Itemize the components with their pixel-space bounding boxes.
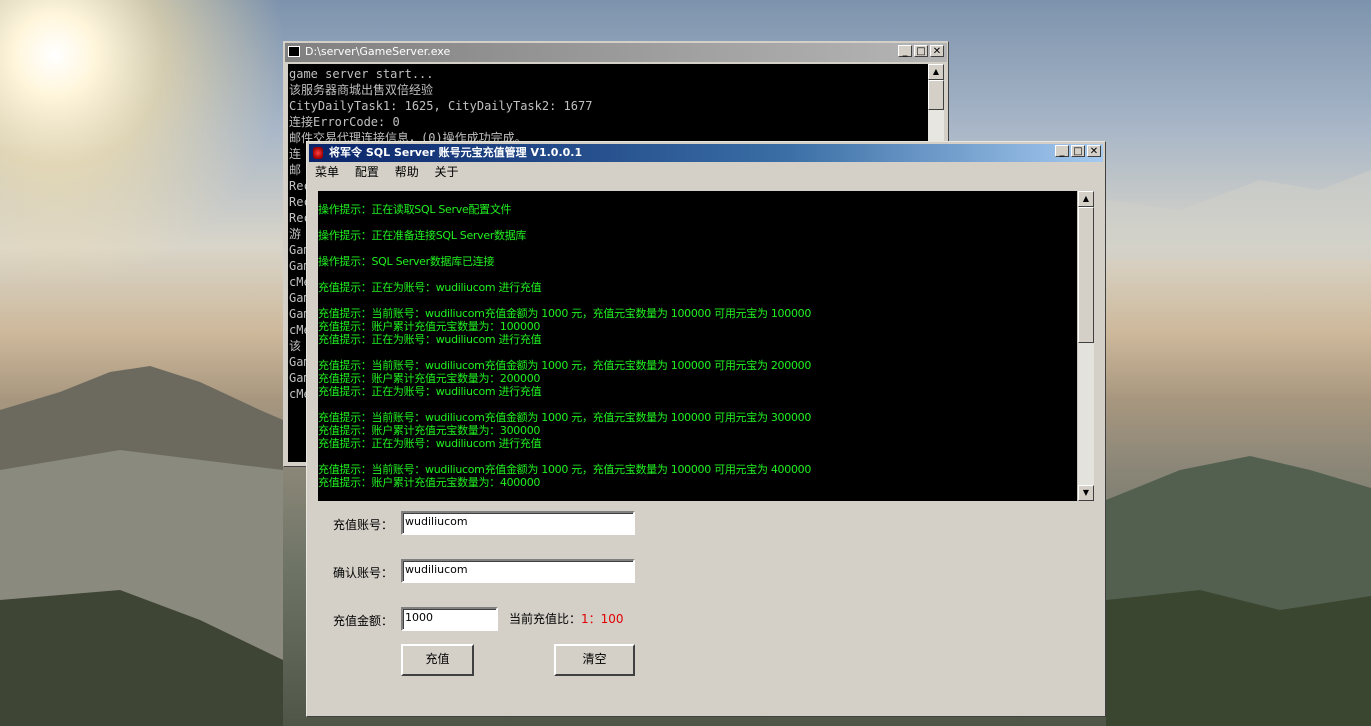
console-line: game server start... — [289, 67, 434, 81]
log-line: 操作提示：正在读取SQL Serve配置文件 — [318, 203, 512, 216]
console-title-bar[interactable]: D:\server\GameServer.exe — [285, 43, 947, 62]
menu-item-about[interactable]: 关于 — [429, 163, 465, 181]
scroll-up-icon[interactable]: ▲ — [1078, 191, 1094, 207]
log-line: 充值提示：账户累计充值元宝数量为：300000 — [318, 424, 541, 437]
log-line: 充值提示：正在为账号：wudiliucom 进行充值 — [318, 333, 542, 346]
recharge-manager-window[interactable]: 将军令 SQL Server 账号元宝充值管理 V1.0.0.1 _ □ ✕ 菜… — [306, 141, 1106, 717]
app-title-bar[interactable]: 将军令 SQL Server 账号元宝充值管理 V1.0.0.1 — [309, 144, 1103, 162]
console-line: 连接ErrorCode: 0 — [289, 115, 400, 129]
maximize-icon[interactable]: □ — [914, 45, 928, 57]
recharge-button[interactable]: 充值 — [401, 644, 474, 676]
minimize-icon[interactable]: _ — [1055, 145, 1069, 157]
confirm-account-input[interactable]: wudiliucom — [401, 559, 635, 583]
console-app-icon — [288, 46, 300, 57]
ratio-label: 当前充值比： — [509, 612, 582, 626]
log-line: 充值提示：当前账号：wudiliucom充值金额为 1000 元，充值元宝数量为… — [318, 463, 812, 476]
log-scrollbar[interactable]: ▲ ▼ — [1077, 191, 1094, 501]
menu-bar: 菜单 配置 帮助 关于 — [309, 163, 1103, 181]
close-icon[interactable]: ✕ — [930, 45, 944, 57]
log-line: 充值提示：当前账号：wudiliucom充值金额为 1000 元，充值元宝数量为… — [318, 359, 812, 372]
log-line: 充值提示：当前账号：wudiliucom充值金额为 1000 元，充值元宝数量为… — [318, 411, 812, 424]
menu-item-menu[interactable]: 菜单 — [309, 163, 345, 181]
menu-item-help[interactable]: 帮助 — [389, 163, 425, 181]
app-title: 将军令 SQL Server 账号元宝充值管理 V1.0.0.1 — [329, 146, 583, 159]
app-icon — [313, 147, 323, 159]
scroll-up-icon[interactable]: ▲ — [928, 64, 944, 80]
amount-label: 充值金额： — [333, 614, 394, 628]
log-line: 充值提示：正在为账号：wudiliucom 进行充值 — [318, 437, 542, 450]
confirm-account-label: 确认账号： — [333, 566, 394, 580]
log-line: 操作提示：正在准备连接SQL Server数据库 — [318, 229, 527, 242]
scroll-thumb[interactable] — [928, 80, 944, 110]
account-label: 充值账号： — [333, 518, 394, 532]
console-line: CityDailyTask1: 1625, CityDailyTask2: 16… — [289, 99, 593, 113]
log-line: 操作提示：SQL Server数据库已连接 — [318, 255, 495, 268]
log-line: 充值提示：正在为账号：wudiliucom 进行充值 — [318, 281, 542, 294]
amount-input[interactable]: 1000 — [401, 607, 498, 631]
maximize-icon[interactable]: □ — [1071, 145, 1085, 157]
scroll-down-icon[interactable]: ▼ — [1078, 485, 1094, 501]
menu-item-config[interactable]: 配置 — [349, 163, 385, 181]
account-input[interactable]: wudiliucom — [401, 511, 635, 535]
console-line: 该服务器商城出售双倍经验 — [289, 83, 434, 97]
scroll-thumb[interactable] — [1078, 207, 1094, 343]
log-line: 充值提示：正在为账号：wudiliucom 进行充值 — [318, 385, 542, 398]
ratio-value: 1：100 — [581, 612, 624, 626]
close-icon[interactable]: ✕ — [1087, 145, 1101, 157]
log-line: 充值提示：账户累计充值元宝数量为：100000 — [318, 320, 541, 333]
log-line: 充值提示：账户累计充值元宝数量为：200000 — [318, 372, 541, 385]
minimize-icon[interactable]: _ — [898, 45, 912, 57]
console-title: D:\server\GameServer.exe — [305, 45, 451, 58]
operation-log: 操作提示：正在读取SQL Serve配置文件操作提示：正在准备连接SQL Ser… — [318, 191, 1078, 501]
log-line: 充值提示：当前账号：wudiliucom充值金额为 1000 元，充值元宝数量为… — [318, 307, 812, 320]
clear-button[interactable]: 清空 — [554, 644, 635, 676]
log-line: 充值提示：账户累计充值元宝数量为：400000 — [318, 476, 541, 489]
